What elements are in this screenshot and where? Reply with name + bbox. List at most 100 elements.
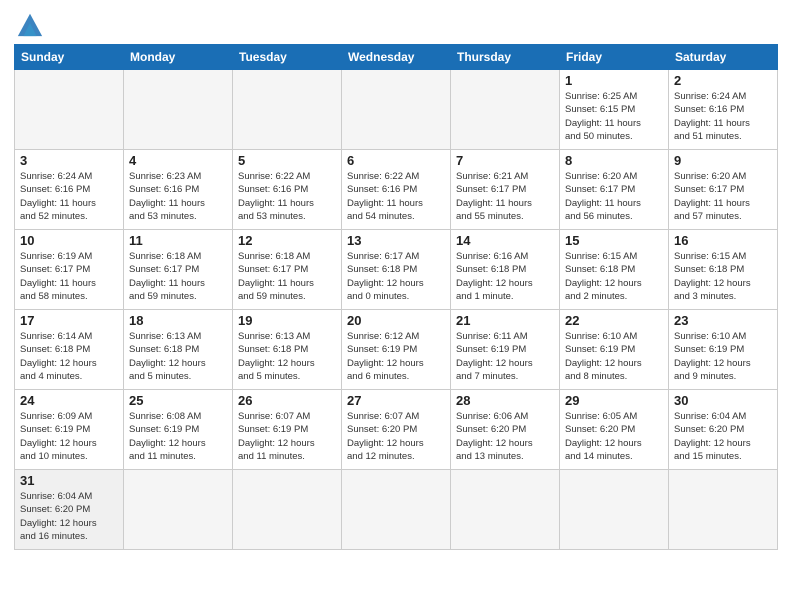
calendar-cell: 31Sunrise: 6:04 AM Sunset: 6:20 PM Dayli… <box>15 470 124 550</box>
calendar-cell: 15 Sunrise: 6:15 AM Sunset: 6:18 PM Dayli… <box>560 230 669 310</box>
col-header-thursday: Thursday <box>451 45 560 70</box>
calendar-cell <box>560 470 669 550</box>
week-row-5: 24Sunrise: 6:09 AM Sunset: 6:19 PM Dayli… <box>15 390 778 470</box>
calendar-cell: 7 Sunrise: 6:21 AM Sunset: 6:17 PM Daylig… <box>451 150 560 230</box>
calendar-cell: 5Sunrise: 6:22 AM Sunset: 6:16 PM Daylig… <box>233 150 342 230</box>
day-number: 24 <box>20 393 118 408</box>
day-info: Sunrise: 6:20 AM Sunset: 6:17 PM Dayligh… <box>674 170 772 223</box>
day-number: 4 <box>129 153 227 168</box>
calendar-cell: 2 Sunrise: 6:24 AM Sunset: 6:16 PM Daylig… <box>669 70 778 150</box>
day-info: Sunrise: 6:21 AM Sunset: 6:17 PM Dayligh… <box>456 170 554 223</box>
calendar-cell <box>451 70 560 150</box>
calendar-cell <box>124 70 233 150</box>
day-info: Sunrise: 6:06 AM Sunset: 6:20 PM Dayligh… <box>456 410 554 463</box>
week-row-1: 1Sunrise: 6:25 AM Sunset: 6:15 PM Daylig… <box>15 70 778 150</box>
day-number: 11 <box>129 233 227 248</box>
calendar-cell: 26 Sunrise: 6:07 AM Sunset: 6:19 PM Dayli… <box>233 390 342 470</box>
day-info: Sunrise: 6:24 AM Sunset: 6:16 PM Dayligh… <box>674 90 772 143</box>
calendar-cell <box>669 470 778 550</box>
day-info: Sunrise: 6:05 AM Sunset: 6:20 PM Dayligh… <box>565 410 663 463</box>
day-info: Sunrise: 6:16 AM Sunset: 6:18 PM Dayligh… <box>456 250 554 303</box>
calendar-cell: 13 Sunrise: 6:17 AM Sunset: 6:18 PM Dayli… <box>342 230 451 310</box>
day-number: 10 <box>20 233 118 248</box>
day-info: Sunrise: 6:23 AM Sunset: 6:16 PM Dayligh… <box>129 170 227 223</box>
week-row-6: 31Sunrise: 6:04 AM Sunset: 6:20 PM Dayli… <box>15 470 778 550</box>
calendar-cell: 18Sunrise: 6:13 AM Sunset: 6:18 PM Dayli… <box>124 310 233 390</box>
calendar-cell: 24Sunrise: 6:09 AM Sunset: 6:19 PM Dayli… <box>15 390 124 470</box>
week-row-3: 10 Sunrise: 6:19 AM Sunset: 6:17 PM Dayli… <box>15 230 778 310</box>
day-number: 14 <box>456 233 554 248</box>
calendar-cell: 16 Sunrise: 6:15 AM Sunset: 6:18 PM Dayli… <box>669 230 778 310</box>
day-info: Sunrise: 6:08 AM Sunset: 6:19 PM Dayligh… <box>129 410 227 463</box>
col-header-monday: Monday <box>124 45 233 70</box>
day-number: 29 <box>565 393 663 408</box>
day-number: 15 <box>565 233 663 248</box>
col-header-sunday: Sunday <box>15 45 124 70</box>
calendar-cell: 23 Sunrise: 6:10 AM Sunset: 6:19 PM Dayli… <box>669 310 778 390</box>
day-info: Sunrise: 6:17 AM Sunset: 6:18 PM Dayligh… <box>347 250 445 303</box>
calendar-cell <box>342 470 451 550</box>
week-row-2: 3 Sunrise: 6:24 AM Sunset: 6:16 PM Daylig… <box>15 150 778 230</box>
day-info: Sunrise: 6:15 AM Sunset: 6:18 PM Dayligh… <box>674 250 772 303</box>
col-header-friday: Friday <box>560 45 669 70</box>
day-number: 21 <box>456 313 554 328</box>
calendar-cell: 20Sunrise: 6:12 AM Sunset: 6:19 PM Dayli… <box>342 310 451 390</box>
day-info: Sunrise: 6:14 AM Sunset: 6:18 PM Dayligh… <box>20 330 118 383</box>
day-number: 17 <box>20 313 118 328</box>
day-info: Sunrise: 6:19 AM Sunset: 6:17 PM Dayligh… <box>20 250 118 303</box>
day-info: Sunrise: 6:22 AM Sunset: 6:16 PM Dayligh… <box>238 170 336 223</box>
calendar-cell: 1Sunrise: 6:25 AM Sunset: 6:15 PM Daylig… <box>560 70 669 150</box>
calendar-cell: 28Sunrise: 6:06 AM Sunset: 6:20 PM Dayli… <box>451 390 560 470</box>
calendar-cell <box>233 470 342 550</box>
day-number: 2 <box>674 73 772 88</box>
day-info: Sunrise: 6:10 AM Sunset: 6:19 PM Dayligh… <box>565 330 663 383</box>
day-info: Sunrise: 6:20 AM Sunset: 6:17 PM Dayligh… <box>565 170 663 223</box>
calendar-cell: 8 Sunrise: 6:20 AM Sunset: 6:17 PM Daylig… <box>560 150 669 230</box>
day-info: Sunrise: 6:04 AM Sunset: 6:20 PM Dayligh… <box>674 410 772 463</box>
calendar-cell: 6Sunrise: 6:22 AM Sunset: 6:16 PM Daylig… <box>342 150 451 230</box>
day-number: 22 <box>565 313 663 328</box>
day-number: 8 <box>565 153 663 168</box>
logo-icon <box>16 10 44 38</box>
day-number: 7 <box>456 153 554 168</box>
day-info: Sunrise: 6:04 AM Sunset: 6:20 PM Dayligh… <box>20 490 118 543</box>
day-info: Sunrise: 6:13 AM Sunset: 6:18 PM Dayligh… <box>238 330 336 383</box>
day-number: 27 <box>347 393 445 408</box>
calendar-cell <box>15 70 124 150</box>
calendar-table: SundayMondayTuesdayWednesdayThursdayFrid… <box>14 44 778 550</box>
day-number: 26 <box>238 393 336 408</box>
day-info: Sunrise: 6:10 AM Sunset: 6:19 PM Dayligh… <box>674 330 772 383</box>
day-info: Sunrise: 6:07 AM Sunset: 6:19 PM Dayligh… <box>238 410 336 463</box>
logo <box>14 10 44 38</box>
day-info: Sunrise: 6:22 AM Sunset: 6:16 PM Dayligh… <box>347 170 445 223</box>
calendar-cell <box>124 470 233 550</box>
calendar-cell: 9Sunrise: 6:20 AM Sunset: 6:17 PM Daylig… <box>669 150 778 230</box>
day-number: 12 <box>238 233 336 248</box>
day-info: Sunrise: 6:13 AM Sunset: 6:18 PM Dayligh… <box>129 330 227 383</box>
calendar-cell: 19Sunrise: 6:13 AM Sunset: 6:18 PM Dayli… <box>233 310 342 390</box>
day-number: 3 <box>20 153 118 168</box>
calendar-cell: 25Sunrise: 6:08 AM Sunset: 6:19 PM Dayli… <box>124 390 233 470</box>
calendar-cell <box>451 470 560 550</box>
col-header-tuesday: Tuesday <box>233 45 342 70</box>
calendar-page: SundayMondayTuesdayWednesdayThursdayFrid… <box>0 0 792 612</box>
calendar-cell: 30Sunrise: 6:04 AM Sunset: 6:20 PM Dayli… <box>669 390 778 470</box>
calendar-cell: 3 Sunrise: 6:24 AM Sunset: 6:16 PM Daylig… <box>15 150 124 230</box>
calendar-cell: 4 Sunrise: 6:23 AM Sunset: 6:16 PM Daylig… <box>124 150 233 230</box>
calendar-cell: 21Sunrise: 6:11 AM Sunset: 6:19 PM Dayli… <box>451 310 560 390</box>
calendar-cell <box>233 70 342 150</box>
header <box>14 10 778 38</box>
day-number: 13 <box>347 233 445 248</box>
day-info: Sunrise: 6:12 AM Sunset: 6:19 PM Dayligh… <box>347 330 445 383</box>
calendar-cell: 29 Sunrise: 6:05 AM Sunset: 6:20 PM Dayli… <box>560 390 669 470</box>
day-info: Sunrise: 6:15 AM Sunset: 6:18 PM Dayligh… <box>565 250 663 303</box>
day-number: 16 <box>674 233 772 248</box>
calendar-cell: 22 Sunrise: 6:10 AM Sunset: 6:19 PM Dayli… <box>560 310 669 390</box>
calendar-cell: 14 Sunrise: 6:16 AM Sunset: 6:18 PM Dayli… <box>451 230 560 310</box>
day-info: Sunrise: 6:18 AM Sunset: 6:17 PM Dayligh… <box>129 250 227 303</box>
day-number: 23 <box>674 313 772 328</box>
day-info: Sunrise: 6:18 AM Sunset: 6:17 PM Dayligh… <box>238 250 336 303</box>
day-info: Sunrise: 6:24 AM Sunset: 6:16 PM Dayligh… <box>20 170 118 223</box>
calendar-cell: 11 Sunrise: 6:18 AM Sunset: 6:17 PM Dayli… <box>124 230 233 310</box>
calendar-cell: 12 Sunrise: 6:18 AM Sunset: 6:17 PM Dayli… <box>233 230 342 310</box>
